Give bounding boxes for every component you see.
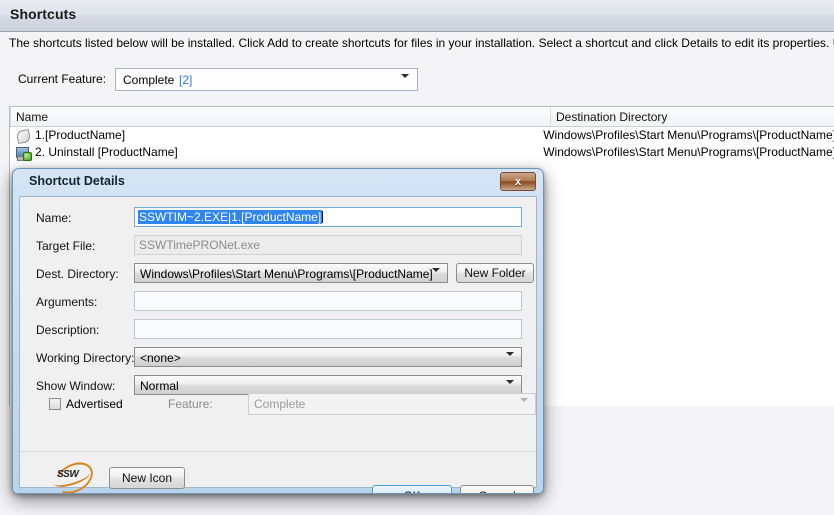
row-destination: Windows\Profiles\Start Menu\Programs\[Pr… [543,145,834,159]
close-icon[interactable]: x [500,172,536,191]
field-row-arguments: Arguments: [20,291,536,313]
chevron-down-icon [432,268,440,286]
field-row-advertised: Advertised Feature: Complete [20,393,536,416]
uninstall-icon [15,145,32,161]
working-directory-value: <none> [140,351,181,365]
show-window-value: Normal [140,379,179,393]
dest-directory-value: Windows\Profiles\Start Menu\Programs\[Pr… [140,267,433,281]
page-title: Shortcuts [10,6,77,22]
target-file-input: SSWTimePRONet.exe [134,235,522,255]
ssw-logo-text: SSW [57,469,79,480]
dest-directory-label: Dest. Directory: [36,267,119,281]
shortcut-icon [15,128,32,145]
footer-divider [20,451,536,452]
name-label: Name: [36,211,72,225]
chevron-down-icon [506,352,514,370]
advertised-checkbox[interactable] [49,398,61,410]
target-file-label: Target File: [36,239,96,253]
feature-dropdown: Complete [248,393,536,416]
chevron-down-icon [520,398,528,416]
current-feature-dropdown[interactable]: Complete [2] [115,68,418,92]
current-feature-count: [2] [179,73,193,87]
field-row-description: Description: [20,319,536,341]
cancel-button[interactable]: Cancel [460,485,534,493]
dialog-titlebar[interactable]: Shortcut Details x [13,169,543,196]
new-folder-button[interactable]: New Folder [456,263,534,283]
field-row-working-directory: Working Directory: <none> [20,347,536,370]
column-header-name[interactable]: Name [16,110,48,124]
name-input-value: SSWTIM~2.EXE|1.[ProductName] [138,210,323,224]
column-header-destination[interactable]: Destination Directory [556,110,667,124]
show-window-label: Show Window: [36,379,116,393]
advertised-label: Advertised [66,397,123,411]
page-header: Shortcuts [0,0,834,32]
working-directory-label: Working Directory: [36,351,135,365]
target-file-value: SSWTimePRONet.exe [139,238,260,252]
ssw-logo-icon: SSW [51,456,96,493]
feature-label: Feature: [168,397,213,411]
row-name: 1.[ProductName] [35,128,126,142]
row-destination: Windows\Profiles\Start Menu\Programs\[Pr… [543,128,834,142]
dialog-title: Shortcut Details [29,174,125,188]
table-row[interactable]: 2. Uninstall [ProductName] Windows\Profi… [10,144,834,161]
new-icon-button[interactable]: New Icon [109,467,185,489]
description-input[interactable] [134,319,522,339]
arguments-label: Arguments: [36,295,98,309]
field-row-dest-directory: Dest. Directory: Windows\Profiles\Start … [20,263,536,286]
description-label: Description: [36,323,100,337]
list-header: Name Destination Directory [10,107,834,127]
text-caret [322,211,324,223]
arguments-input[interactable] [134,291,522,311]
working-directory-dropdown[interactable]: <none> [134,347,522,370]
dialog-body: Name: SSWTIM~2.EXE|1.[ProductName] Targe… [19,196,537,493]
row-name: 2. Uninstall [ProductName] [35,145,178,159]
shortcut-details-dialog: Shortcut Details x Name: SSWTIM~2.EXE|1.… [12,168,544,494]
current-feature-row: Current Feature: Complete [2] [18,68,418,92]
name-input[interactable]: SSWTIM~2.EXE|1.[ProductName] [134,207,522,227]
dest-directory-dropdown[interactable]: Windows\Profiles\Start Menu\Programs\[Pr… [134,263,448,286]
feature-value: Complete [254,397,306,411]
current-feature-value: Complete [123,73,175,87]
field-row-name: Name: SSWTIM~2.EXE|1.[ProductName] [20,207,536,229]
field-row-target-file: Target File: SSWTimePRONet.exe [20,235,536,257]
table-row[interactable]: 1.[ProductName] Windows\Profiles\Start M… [10,127,834,145]
chevron-down-icon [401,74,409,92]
page-description: The shortcuts listed below will be insta… [9,36,834,50]
show-window-dropdown[interactable]: Normal [134,375,522,398]
ok-button[interactable]: OK [372,485,452,493]
current-feature-label: Current Feature: [18,72,107,86]
